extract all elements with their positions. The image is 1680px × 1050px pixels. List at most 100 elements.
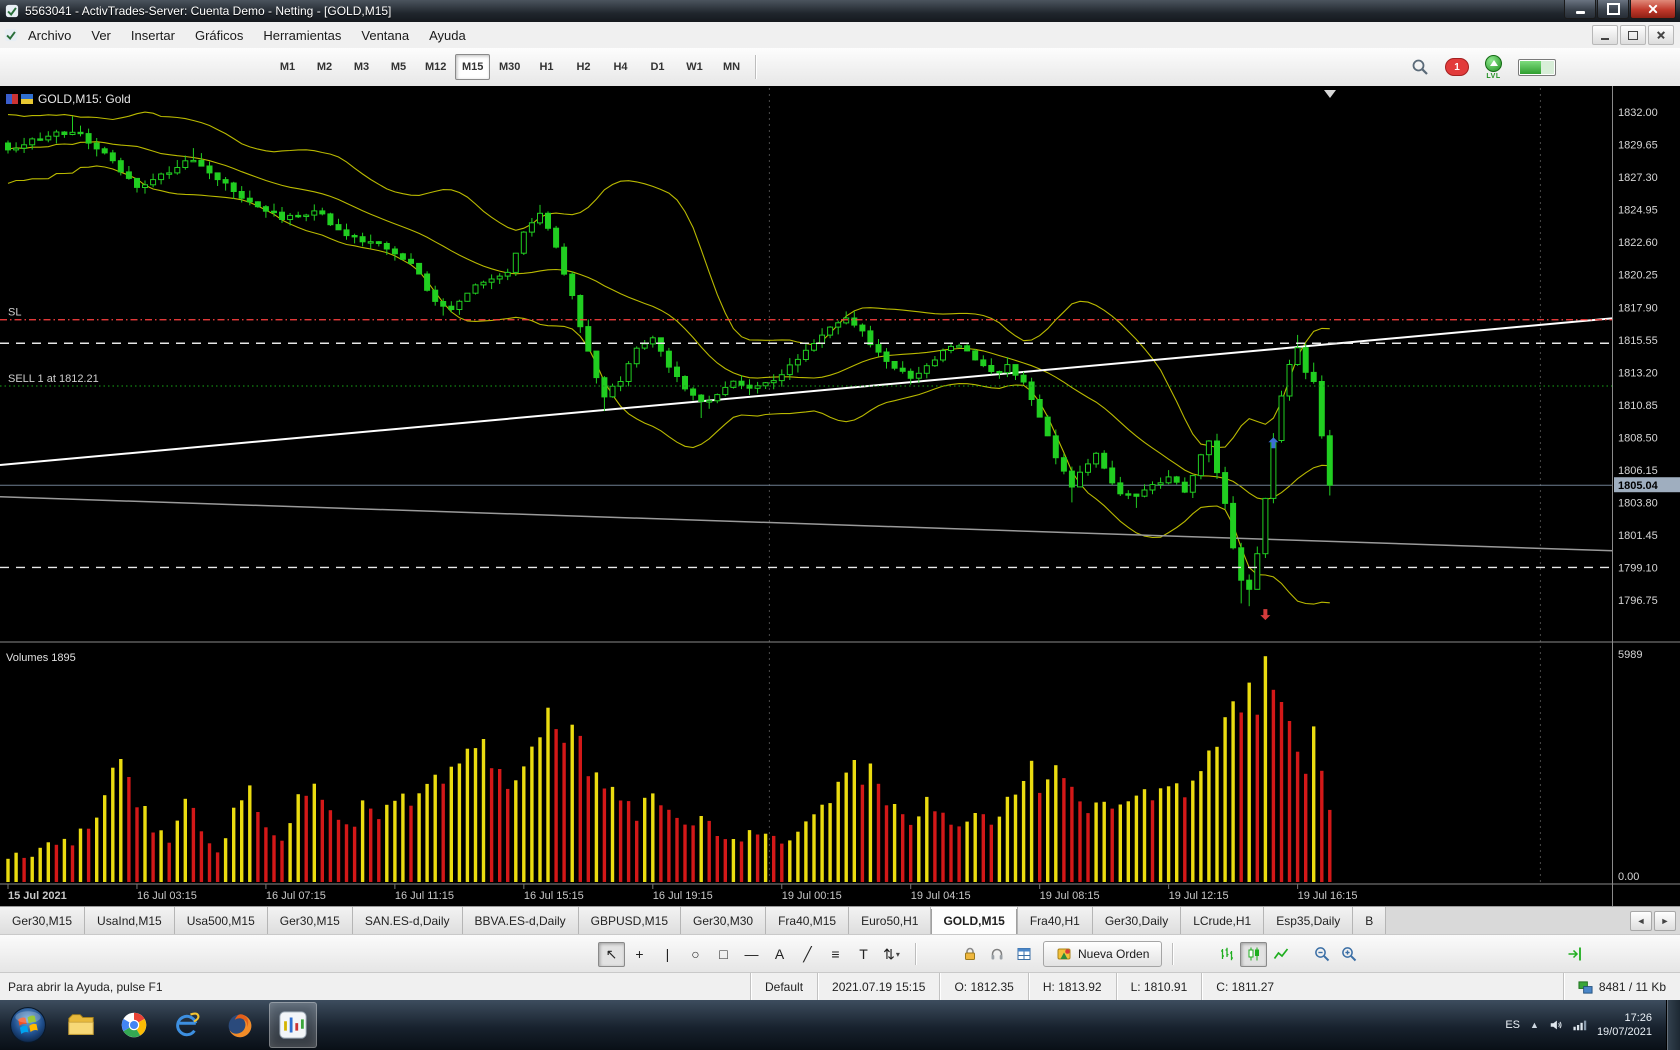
- price-tick-label: 1824.95: [1618, 205, 1658, 217]
- vertical-line-tool-icon: |: [666, 947, 670, 961]
- zoom-out-button[interactable]: [1308, 942, 1335, 967]
- minimize-button[interactable]: [1564, 0, 1596, 19]
- menu-archivo[interactable]: Archivo: [18, 22, 81, 48]
- speaker-icon[interactable]: [1549, 1018, 1563, 1032]
- taskbar-clock[interactable]: 17:26 19/07/2021: [1597, 1011, 1652, 1040]
- close-button[interactable]: [1630, 0, 1676, 19]
- toolbar-separator: [755, 55, 756, 79]
- system-tray: ES ▲ 17:26 19/07/2021: [1505, 1000, 1680, 1050]
- symbol-tab-gbpusd-m15[interactable]: GBPUSD,M15: [579, 907, 681, 935]
- symbol-tab-gold-m15[interactable]: GOLD,M15: [931, 907, 1017, 935]
- new-order-button[interactable]: Nueva Orden: [1043, 941, 1162, 967]
- restore-button[interactable]: [1597, 0, 1629, 19]
- timeframe-d1-button[interactable]: D1: [640, 54, 675, 80]
- timeframe-m5-button[interactable]: M5: [381, 54, 416, 80]
- notification-badge[interactable]: 1: [1445, 58, 1469, 76]
- timeframe-mn-button[interactable]: MN: [714, 54, 749, 80]
- chart-panel[interactable]: SLSELL 1 at 1812.21GOLD,M15: GoldVolumes…: [0, 86, 1680, 906]
- menu-ventana[interactable]: Ventana: [351, 22, 419, 48]
- time-axis-label: 16 Jul 07:15: [266, 890, 326, 902]
- timeframe-m3-button[interactable]: M3: [344, 54, 379, 80]
- text-tool[interactable]: A: [766, 942, 793, 967]
- arrows-tool[interactable]: ⇅▾: [878, 942, 905, 967]
- candle-chart-button[interactable]: [1240, 942, 1267, 967]
- cursor-tool[interactable]: ↖: [598, 942, 625, 967]
- timeframe-h2-button[interactable]: H2: [566, 54, 601, 80]
- line-chart-button[interactable]: [1267, 942, 1294, 967]
- taskbar-chrome-button[interactable]: [110, 1002, 158, 1048]
- symbol-tab-san-es-d-daily[interactable]: SAN.ES-d,Daily: [353, 907, 463, 935]
- tab-scroll-right-button[interactable]: ►: [1654, 911, 1676, 931]
- statusbar-open: O: 1812.35: [939, 973, 1027, 1001]
- symbol-tab-esp35-daily[interactable]: Esp35,Daily: [1264, 907, 1353, 935]
- symbol-tab-bbva-es-d-daily[interactable]: BBVA.ES-d,Daily: [463, 907, 579, 935]
- new-window-button[interactable]: [1010, 942, 1037, 967]
- chrome-icon: [120, 1011, 148, 1039]
- language-indicator[interactable]: ES: [1505, 1019, 1520, 1031]
- price-chart[interactable]: SLSELL 1 at 1812.21GOLD,M15: GoldVolumes…: [0, 86, 1680, 906]
- bar-chart-button[interactable]: [1213, 942, 1240, 967]
- menu-herramientas[interactable]: Herramientas: [253, 22, 351, 48]
- statusbar-profile[interactable]: Default: [750, 973, 817, 1001]
- drawing-toolbar: ↖+ | ○ □ — A╱≡T⇅▾ Nueva Orden: [0, 934, 1680, 973]
- timeframe-h1-button[interactable]: H1: [529, 54, 564, 80]
- fibonacci-tool[interactable]: ≡: [822, 942, 849, 967]
- rectangle-tool[interactable]: □: [710, 942, 737, 967]
- taskbar-ie-button[interactable]: [163, 1002, 211, 1048]
- symbol-tab-ger30-m15[interactable]: Ger30,M15: [0, 907, 85, 935]
- timeframe-m12-button[interactable]: M12: [418, 54, 453, 80]
- timeframe-m30-button[interactable]: M30: [492, 54, 527, 80]
- chart-shift-button[interactable]: [1561, 942, 1588, 967]
- statusbar-help-text: Para abrir la Ayuda, pulse F1: [0, 973, 750, 1001]
- lvl-indicator[interactable]: LVL: [1485, 55, 1502, 80]
- mdi-minimize-button[interactable]: [1592, 25, 1618, 45]
- timeframe-m1-button[interactable]: M1: [270, 54, 305, 80]
- menu-ayuda[interactable]: Ayuda: [419, 22, 476, 48]
- window-icon: [1016, 946, 1032, 962]
- network-signal-icon[interactable]: [1573, 1018, 1587, 1032]
- sounds-button[interactable]: [983, 942, 1010, 967]
- search-icon[interactable]: [1411, 58, 1429, 76]
- show-desktop-button[interactable]: [1666, 1000, 1680, 1050]
- taskbar-firefox-button[interactable]: [216, 1002, 264, 1048]
- horizontal-line-tool[interactable]: —: [738, 942, 765, 967]
- ellipse-tool-icon: ○: [691, 947, 699, 961]
- symbol-tab-usaind-m15[interactable]: UsaInd,M15: [85, 907, 175, 935]
- menu-items: ArchivoVerInsertarGráficosHerramientasVe…: [18, 22, 476, 48]
- internet-explorer-icon: [173, 1011, 201, 1039]
- symbol-tab-lcrude-h1[interactable]: LCrude,H1: [1181, 907, 1264, 935]
- statusbar-traffic: 8481 / 11 Kb: [1563, 973, 1680, 1001]
- network-icon: [1578, 980, 1593, 995]
- timeframe-w1-button[interactable]: W1: [677, 54, 712, 80]
- symbol-tab-ger30-m30[interactable]: Ger30,M30: [681, 907, 766, 935]
- menu-gráficos[interactable]: Gráficos: [185, 22, 253, 48]
- symbol-tab-fra40-h1[interactable]: Fra40,H1: [1018, 907, 1093, 935]
- symbol-tab-ger30-daily[interactable]: Ger30,Daily: [1093, 907, 1181, 935]
- traffic-label: 8481 / 11 Kb: [1599, 980, 1666, 994]
- taskbar-explorer-button[interactable]: [57, 1002, 105, 1048]
- horizontal-line-tool-icon: —: [745, 947, 759, 961]
- timeframe-m15-button[interactable]: M15: [455, 54, 490, 80]
- symbol-tab-b[interactable]: B: [1353, 907, 1386, 935]
- label-tool[interactable]: T: [850, 942, 877, 967]
- zoom-in-button[interactable]: [1335, 942, 1362, 967]
- symbol-tab-fra40-m15[interactable]: Fra40,M15: [766, 907, 849, 935]
- timeframe-m2-button[interactable]: M2: [307, 54, 342, 80]
- menu-ver[interactable]: Ver: [81, 22, 121, 48]
- tray-expand-icon[interactable]: ▲: [1530, 1020, 1539, 1030]
- timeframe-h4-button[interactable]: H4: [603, 54, 638, 80]
- mdi-restore-button[interactable]: [1620, 25, 1646, 45]
- symbol-tab-euro50-h1[interactable]: Euro50,H1: [849, 907, 931, 935]
- symbol-tab-usa500-m15[interactable]: Usa500,M15: [175, 907, 268, 935]
- tab-scroll-left-button[interactable]: ◄: [1630, 911, 1652, 931]
- crosshair-tool[interactable]: +: [626, 942, 653, 967]
- trendline-tool[interactable]: ╱: [794, 942, 821, 967]
- autotrading-lock-button[interactable]: [956, 942, 983, 967]
- taskbar-metatrader-button[interactable]: [269, 1002, 317, 1048]
- vertical-line-tool[interactable]: |: [654, 942, 681, 967]
- start-button[interactable]: [4, 1002, 52, 1048]
- menu-insertar[interactable]: Insertar: [121, 22, 185, 48]
- mdi-close-button[interactable]: [1648, 25, 1674, 45]
- symbol-tab-ger30-m15[interactable]: Ger30,M15: [268, 907, 353, 935]
- ellipse-tool[interactable]: ○: [682, 942, 709, 967]
